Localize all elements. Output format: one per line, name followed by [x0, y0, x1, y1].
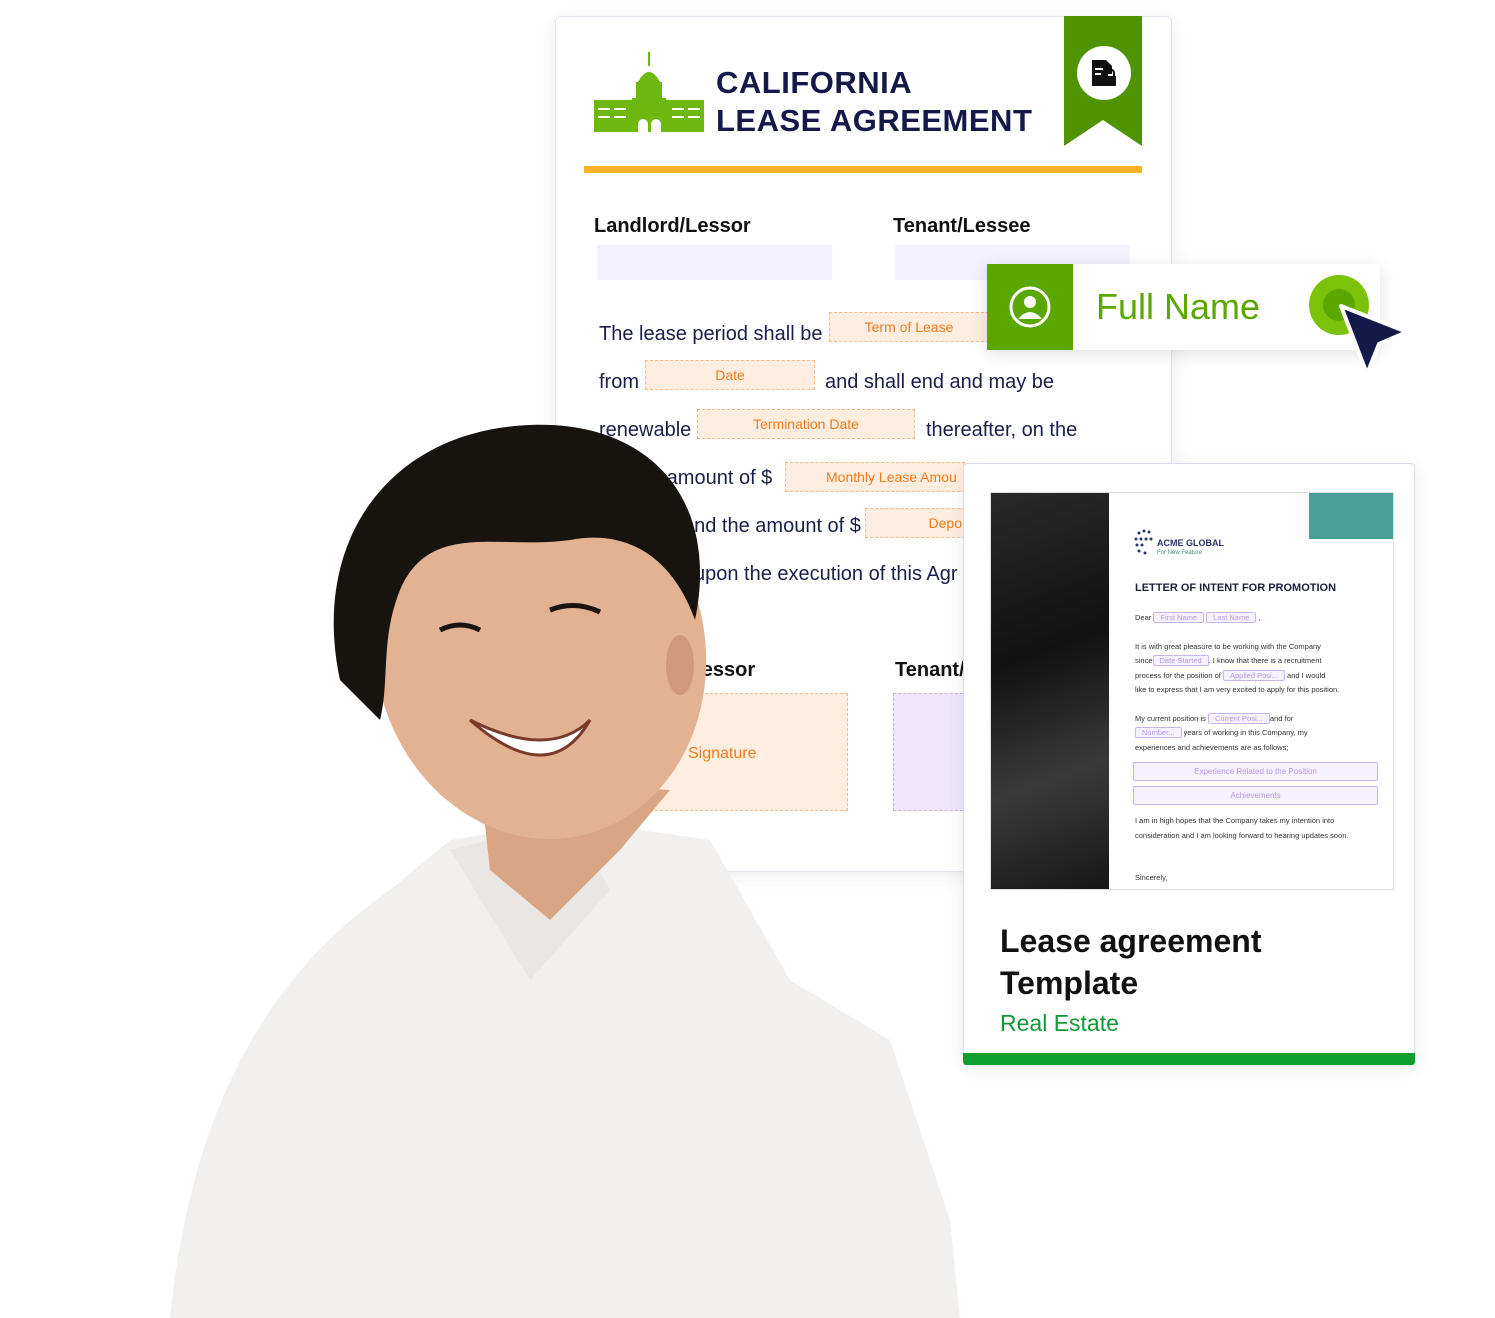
text: and I would	[1287, 670, 1326, 680]
applied-position-field[interactable]: Applied Posi...	[1222, 669, 1285, 681]
text: process for the position of	[1135, 670, 1221, 680]
user-icon	[987, 264, 1073, 350]
template-thumbnail[interactable]: ACME GLOBAL For New Feature LETTER OF IN…	[990, 492, 1394, 890]
logo-name: ACME GLOBAL	[1157, 538, 1224, 548]
document-lock-icon	[1077, 46, 1131, 100]
text: and for	[1269, 713, 1294, 723]
card-category[interactable]: Real Estate	[1000, 1010, 1119, 1037]
card-title-line-1: Lease agreement	[1000, 923, 1262, 959]
text: years of working in this Company, my	[1183, 728, 1308, 737]
experience-field[interactable]: Experience Related to the Position	[1133, 762, 1378, 781]
card-title-line-2: Template	[1000, 965, 1139, 1001]
globe-logo-icon	[1134, 529, 1153, 555]
text: I am in high hopes that the Company take…	[1135, 816, 1349, 840]
title-line-2: LEASE AGREEMENT	[716, 103, 1033, 138]
cursor-arrow-icon	[1309, 275, 1409, 376]
title-line-1: CALIFORNIA	[716, 65, 913, 100]
text: . I know that there is a recruitment	[1208, 656, 1322, 665]
document-title: CALIFORNIA LEASE AGREEMENT	[716, 64, 1032, 140]
letter-heading: LETTER OF INTENT FOR PROMOTION	[1135, 582, 1337, 594]
tenant-label: Tenant/Lessee	[893, 215, 1031, 237]
laptop-desk-photo	[991, 493, 1109, 889]
card-title: Lease agreement Template	[1000, 920, 1261, 1004]
text: experiences and achievements are as foll…	[1135, 742, 1289, 752]
lease-text: The lease period shall be	[599, 323, 823, 345]
capitol-building-icon	[594, 52, 704, 132]
years-number-field[interactable]: Number...	[1135, 727, 1182, 738]
first-name-field[interactable]: First Name	[1153, 612, 1205, 623]
text: like to express that I am very excited t…	[1135, 685, 1340, 694]
logo-subtitle: For New Feature	[1157, 550, 1203, 556]
date-field[interactable]: Date	[645, 360, 815, 390]
lease-text: from	[599, 371, 639, 393]
date-started-field[interactable]: Date Started	[1152, 655, 1209, 666]
text: It is with great pleasure to be working …	[1135, 641, 1321, 651]
text: since	[1135, 656, 1153, 665]
current-position-field[interactable]: Current Posi...	[1207, 712, 1270, 724]
smiling-person-photo	[170, 424, 960, 1318]
card-accent-bar	[963, 1053, 1415, 1065]
text: My current position is	[1135, 713, 1206, 723]
full-name-label: Full Name	[1096, 286, 1261, 327]
last-name-field[interactable]: Last Name	[1206, 612, 1257, 623]
achievements-field[interactable]: Achievements	[1133, 786, 1378, 805]
teal-header-block	[1309, 493, 1393, 539]
text: Dear	[1135, 613, 1152, 622]
landlord-name-field[interactable]	[597, 245, 832, 280]
landlord-label: Landlord/Lessor	[594, 215, 751, 237]
divider-bar	[584, 166, 1142, 173]
term-of-lease-field[interactable]: Term of Lease	[829, 312, 989, 342]
text: Sincerely,	[1135, 873, 1168, 882]
lease-text: and shall end and may be	[825, 371, 1055, 393]
